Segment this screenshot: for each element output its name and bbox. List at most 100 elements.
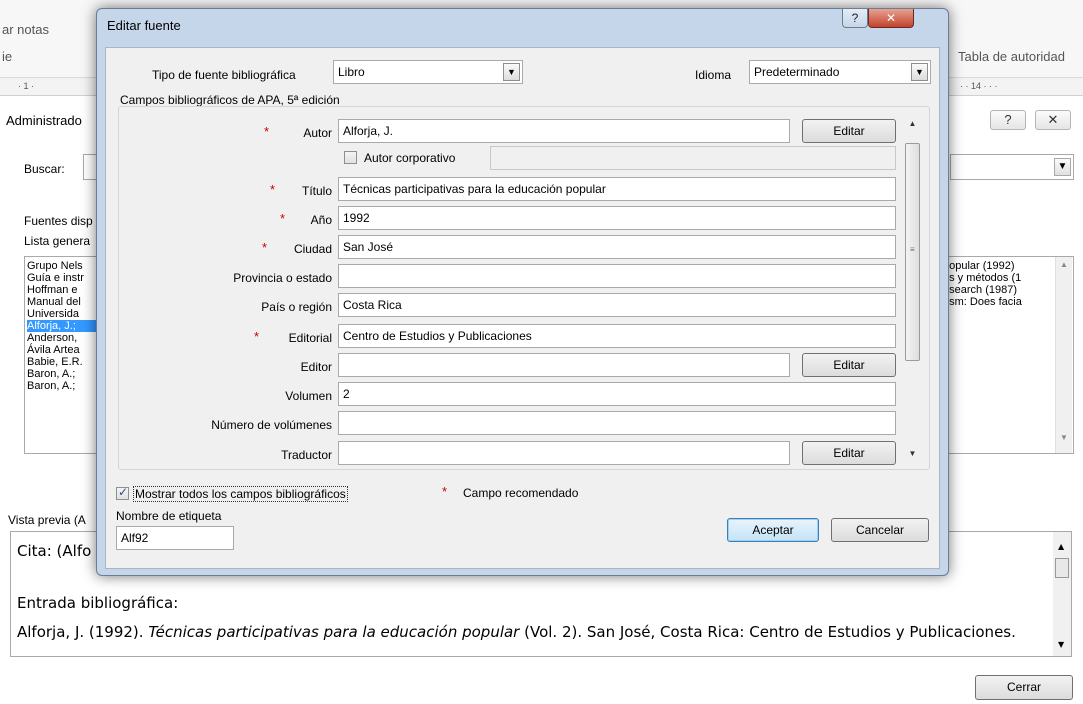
list-item[interactable]: popular (1992): [943, 260, 1071, 272]
year-input[interactable]: 1992: [338, 206, 896, 230]
ribbon-tabla-autoridades[interactable]: Tabla de autoridad: [958, 49, 1065, 64]
city-label: Ciudad: [293, 242, 332, 256]
ok-button[interactable]: Aceptar: [727, 518, 819, 542]
master-list-label: Lista genera: [24, 234, 91, 248]
language-value: Predeterminado: [754, 65, 840, 79]
title-label: Título: [301, 184, 332, 198]
fields-scrollbar[interactable]: ▲ ≡ ▼: [904, 113, 921, 464]
list-item[interactable]: Manual del: [27, 296, 101, 308]
volume-input[interactable]: 2: [338, 382, 896, 406]
show-all-fields-label[interactable]: Mostrar todos los campos bibliográficos: [133, 486, 348, 502]
required-star: *: [442, 484, 448, 499]
preview-bib-heading: Entrada bibliográfica:: [17, 594, 179, 612]
source-type-value: Libro: [338, 65, 365, 79]
ribbon-text-notes[interactable]: ar notas: [2, 22, 49, 37]
list-item[interactable]: Guía e instr: [27, 272, 101, 284]
corporate-author-checkbox[interactable]: [344, 151, 357, 164]
list-item[interactable]: Alforja, J.;: [27, 320, 101, 332]
preview-citation: Cita: (Alfo: [17, 542, 92, 560]
state-label: Provincia o estado: [233, 271, 332, 285]
language-combo[interactable]: Predeterminado ▼: [749, 60, 931, 84]
chevron-down-icon[interactable]: ▼: [1054, 158, 1071, 176]
search-label: Buscar:: [24, 162, 65, 176]
list-item[interactable]: Anderson,: [27, 332, 101, 344]
list-item[interactable]: os y métodos (1: [943, 272, 1071, 284]
list-item[interactable]: esearch (1987): [943, 284, 1071, 296]
current-source-list[interactable]: popular (1992) os y métodos (1 esearch (19…: [940, 256, 1074, 454]
country-input[interactable]: Costa Rica: [338, 293, 896, 317]
num-volumes-input[interactable]: [338, 411, 896, 435]
list-item[interactable]: Universida: [27, 308, 101, 320]
language-label: Idioma: [695, 68, 732, 82]
source-type-combo[interactable]: Libro ▼: [333, 60, 523, 84]
scroll-up-icon[interactable]: ▲: [1060, 260, 1068, 269]
corporate-author-input[interactable]: [490, 146, 896, 170]
country-label: País o región: [261, 300, 332, 314]
tag-name-label: Nombre de etiqueta: [116, 509, 222, 523]
edit-author-button[interactable]: Editar: [802, 119, 896, 143]
list-item[interactable]: Ávila Artea: [27, 344, 101, 356]
source-manager-title: Administrado: [6, 113, 82, 128]
bib-title: Técnicas participativas para la educació…: [148, 623, 520, 641]
dialog-body: Tipo de fuente bibliográfica Libro ▼ Idi…: [105, 47, 940, 569]
chevron-down-icon[interactable]: ▼: [503, 63, 520, 81]
scroll-down-icon[interactable]: ▼: [1058, 640, 1064, 649]
chevron-down-icon[interactable]: ▼: [911, 63, 928, 81]
fields-scroll-thumb[interactable]: ≡: [905, 143, 920, 361]
editor-input[interactable]: [338, 353, 790, 377]
author-label: Autor: [303, 126, 332, 140]
bib-rest: (Vol. 2). San José, Costa Rica: Centro d…: [519, 623, 1016, 641]
available-sources-label: Fuentes disp: [24, 214, 93, 228]
edit-translator-button[interactable]: Editar: [802, 441, 896, 465]
dialog-title: Editar fuente: [107, 18, 181, 33]
preview-scroll-thumb[interactable]: [1055, 558, 1069, 578]
current-list-scrollbar[interactable]: ▲ ▼: [1055, 257, 1072, 453]
help-icon: ?: [1004, 112, 1012, 127]
close-icon: ✕: [885, 11, 897, 25]
num-volumes-label: Número de volúmenes: [211, 418, 332, 432]
cancel-button[interactable]: Cancelar: [831, 518, 929, 542]
scroll-up-icon[interactable]: ▲: [904, 115, 921, 132]
dialog-help-button[interactable]: ?: [842, 9, 868, 28]
close-icon: ✕: [1047, 112, 1059, 127]
publisher-label: Editorial: [288, 331, 332, 345]
sort-combo[interactable]: ▼: [950, 154, 1074, 180]
list-item[interactable]: Hoffman e: [27, 284, 101, 296]
ruler-right: · · 14 · · ·: [960, 81, 998, 91]
list-item[interactable]: Babie, E.R.: [27, 356, 101, 368]
list-item[interactable]: Grupo Nels: [27, 260, 101, 272]
manager-close-button[interactable]: ✕: [1035, 110, 1071, 130]
corporate-author-label: Autor corporativo: [364, 151, 456, 165]
close-manager-button[interactable]: Cerrar: [975, 675, 1073, 700]
list-item[interactable]: Baron, A.;: [27, 380, 101, 392]
scroll-down-icon[interactable]: ▼: [1060, 433, 1068, 442]
grip-icon: ≡: [910, 245, 915, 254]
preview-scrollbar[interactable]: ▲ ▼: [1053, 532, 1071, 656]
edit-source-dialog: Editar fuente ? ✕ Tipo de fuente bibliog…: [96, 8, 949, 576]
translator-label: Traductor: [281, 448, 332, 462]
list-item[interactable]: -ism: Does facia: [943, 296, 1071, 308]
bib-author: Alforja, J. (1992).: [17, 623, 149, 641]
scroll-down-icon[interactable]: ▼: [904, 445, 921, 462]
ribbon-text-ie[interactable]: ie: [2, 49, 12, 64]
year-label: Año: [310, 213, 332, 227]
author-input[interactable]: Alforja, J.: [338, 119, 790, 143]
show-all-fields-checkbox[interactable]: [116, 485, 129, 500]
list-item[interactable]: Baron, A.;: [27, 368, 101, 380]
translator-input[interactable]: [338, 441, 790, 465]
edit-editor-button[interactable]: Editar: [802, 353, 896, 377]
preview-label: Vista previa (A: [8, 513, 86, 527]
tag-name-input[interactable]: Alf92: [116, 526, 234, 550]
city-input[interactable]: San José: [338, 235, 896, 259]
fields-group-label: Campos bibliográficos de APA, 5ª edición: [120, 93, 340, 107]
volume-label: Volumen: [285, 389, 332, 403]
state-input[interactable]: [338, 264, 896, 288]
master-source-list[interactable]: Grupo Nels Guía e instr Hoffman e Manual de…: [24, 256, 104, 454]
source-type-label: Tipo de fuente bibliográfica: [152, 68, 296, 82]
scroll-up-icon[interactable]: ▲: [1058, 542, 1064, 551]
manager-help-button[interactable]: ?: [990, 110, 1026, 130]
title-input[interactable]: Técnicas participativas para la educació…: [338, 177, 896, 201]
fields-scroll-area: * Autor Alforja, J. Editar Autor corpora…: [120, 108, 910, 468]
dialog-close-button[interactable]: ✕: [868, 9, 914, 28]
publisher-input[interactable]: Centro de Estudios y Publicaciones: [338, 324, 896, 348]
